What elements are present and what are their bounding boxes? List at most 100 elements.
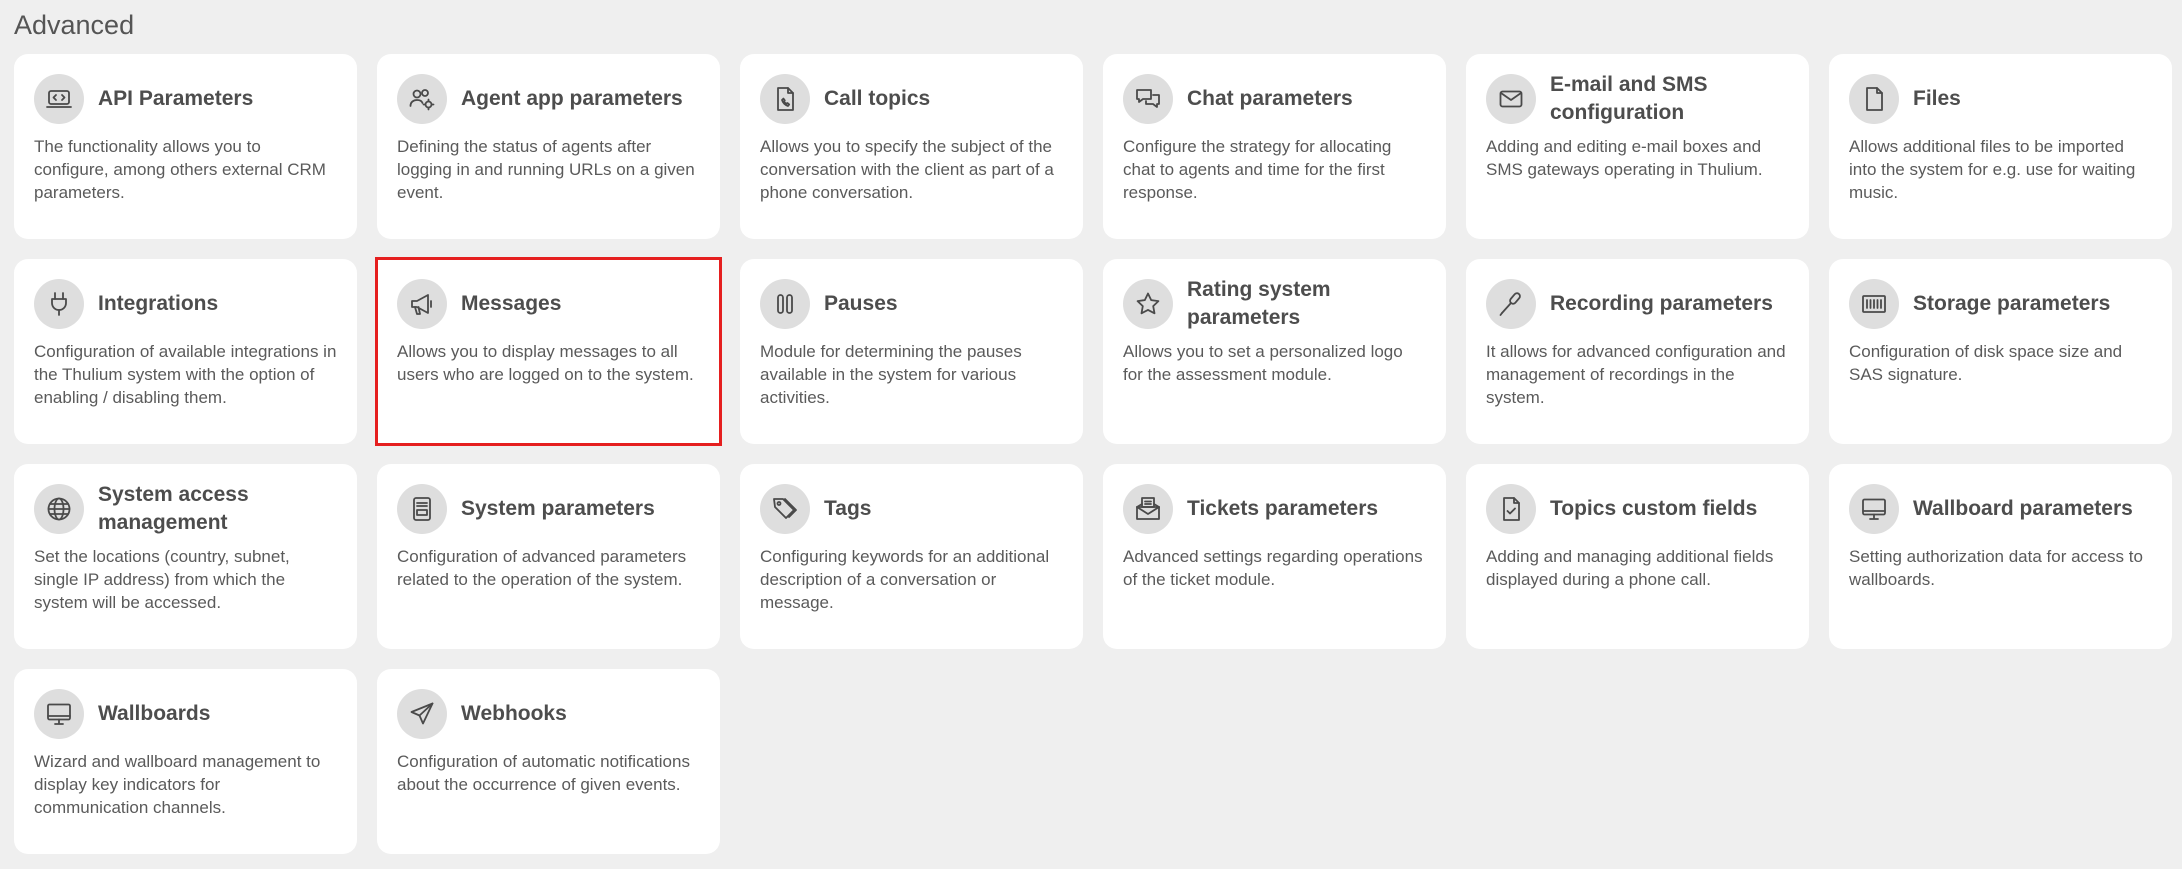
card-title: Recording parameters [1550,292,1773,315]
card-description: Allows you to set a personalized logo fo… [1123,342,1403,384]
card-title: Wallboard parameters [1913,497,2133,520]
card-header: Tags [760,484,1063,534]
phone-file-icon [760,74,810,124]
card-messages[interactable]: Messages Allows you to display messages … [375,257,722,446]
card-wallboards[interactable]: Wallboards Wizard and wallboard manageme… [14,669,357,854]
card-title: Topics custom fields [1550,497,1758,520]
card-title: System access management [98,483,249,534]
card-header: Integrations [34,279,337,329]
card-title: Webhooks [461,702,567,725]
megaphone-icon [397,279,447,329]
card-header: API Parameters [34,74,337,124]
card-header: Storage parameters [1849,279,2152,329]
file-check-icon [1486,484,1536,534]
card-description: Configuration of disk space size and SAS… [1849,342,2123,384]
microphone-icon [1486,279,1536,329]
card-header: Topics custom fields [1486,484,1789,534]
card-description: Allows you to display messages to all us… [397,342,694,384]
card-description: Defining the status of agents after logg… [397,137,695,202]
card-description: Configuration of available integrations … [34,342,337,407]
monitor-icon [34,689,84,739]
chat-bubbles-icon [1123,74,1173,124]
star-icon [1123,279,1173,329]
card-header: System parameters [397,484,700,534]
card-webhooks[interactable]: Webhooks Configuration of automatic noti… [377,669,720,854]
api-icon [34,74,84,124]
card-header: Files [1849,74,2152,124]
card-title: Rating system parameters [1187,278,1331,329]
card-title: E-mail and SMS configuration [1550,73,1708,124]
card-description: Allows you to specify the subject of the… [760,137,1054,202]
card-title: Integrations [98,292,219,315]
card-title: Tags [824,497,872,520]
card-description: Configuring keywords for an additional d… [760,547,1050,612]
card-header: Chat parameters [1123,74,1426,124]
card-description: Configuration of automatic notifications… [397,752,690,794]
card-call-topics[interactable]: Call topics Allows you to specify the su… [740,54,1083,239]
card-header: Messages [397,279,700,329]
card-agent-app-parameters[interactable]: Agent app parameters Defining the status… [377,54,720,239]
card-header: System access management [34,483,337,534]
card-email-sms-configuration[interactable]: E-mail and SMS configuration Adding and … [1466,54,1809,239]
monitor-icon [1849,484,1899,534]
card-header: Wallboard parameters [1849,484,2152,534]
card-title: System parameters [461,497,655,520]
card-header: Rating system parameters [1123,278,1426,329]
card-wallboard-parameters[interactable]: Wallboard parameters Setting authorizati… [1829,464,2172,649]
globe-icon [34,484,84,534]
card-pauses[interactable]: Pauses Module for determining the pauses… [740,259,1083,444]
card-chat-parameters[interactable]: Chat parameters Configure the strategy f… [1103,54,1446,239]
card-files[interactable]: Files Allows additional files to be impo… [1829,54,2172,239]
tags-icon [760,484,810,534]
server-icon [397,484,447,534]
card-topics-custom-fields[interactable]: Topics custom fields Adding and managing… [1466,464,1809,649]
file-icon [1849,74,1899,124]
card-description: Configure the strategy for allocating ch… [1123,137,1392,202]
card-header: Wallboards [34,689,337,739]
card-title: Tickets parameters [1187,497,1379,520]
card-description: Set the locations (country, subnet, sing… [34,547,290,612]
users-gear-icon [397,74,447,124]
card-description: Adding and editing e-mail boxes and SMS … [1486,137,1763,179]
card-description: Setting authorization data for access to… [1849,547,2143,589]
card-title: Call topics [824,87,931,110]
card-header: Pauses [760,279,1063,329]
card-title: Pauses [824,292,898,315]
settings-grid: API Parameters The functionality allows … [14,54,2172,854]
card-tags[interactable]: Tags Configuring keywords for an additio… [740,464,1083,649]
card-header: Webhooks [397,689,700,739]
pause-icon [760,279,810,329]
card-header: Call topics [760,74,1063,124]
card-header: Tickets parameters [1123,484,1426,534]
card-header: E-mail and SMS configuration [1486,73,1789,124]
card-title: Wallboards [98,702,211,725]
card-title: Chat parameters [1187,87,1353,110]
card-description: Advanced settings regarding operations o… [1123,547,1423,589]
card-integrations[interactable]: Integrations Configuration of available … [14,259,357,444]
card-system-access-management[interactable]: System access management Set the locatio… [14,464,357,649]
plug-icon [34,279,84,329]
card-description: Configuration of advanced parameters rel… [397,547,687,589]
card-system-parameters[interactable]: System parameters Configuration of advan… [377,464,720,649]
card-rating-system-parameters[interactable]: Rating system parameters Allows you to s… [1103,259,1446,444]
card-title: Messages [461,292,562,315]
card-header: Recording parameters [1486,279,1789,329]
storage-icon [1849,279,1899,329]
card-recording-parameters[interactable]: Recording parameters It allows for advan… [1466,259,1809,444]
card-tickets-parameters[interactable]: Tickets parameters Advanced settings reg… [1103,464,1446,649]
card-title: API Parameters [98,87,254,110]
card-header: Agent app parameters [397,74,700,124]
card-title: Storage parameters [1913,292,2111,315]
card-description: It allows for advanced configuration and… [1486,342,1786,407]
card-description: Adding and managing additional fields di… [1486,547,1774,589]
envelope-icon [1486,74,1536,124]
card-description: Module for determining the pauses availa… [760,342,1022,407]
card-description: Allows additional files to be imported i… [1849,137,2136,202]
paper-plane-icon [397,689,447,739]
card-description: The functionality allows you to configur… [34,137,326,202]
card-description: Wizard and wallboard management to displ… [34,752,321,817]
ticket-inbox-icon [1123,484,1173,534]
card-storage-parameters[interactable]: Storage parameters Configuration of disk… [1829,259,2172,444]
card-api-parameters[interactable]: API Parameters The functionality allows … [14,54,357,239]
card-title: Agent app parameters [461,87,683,110]
